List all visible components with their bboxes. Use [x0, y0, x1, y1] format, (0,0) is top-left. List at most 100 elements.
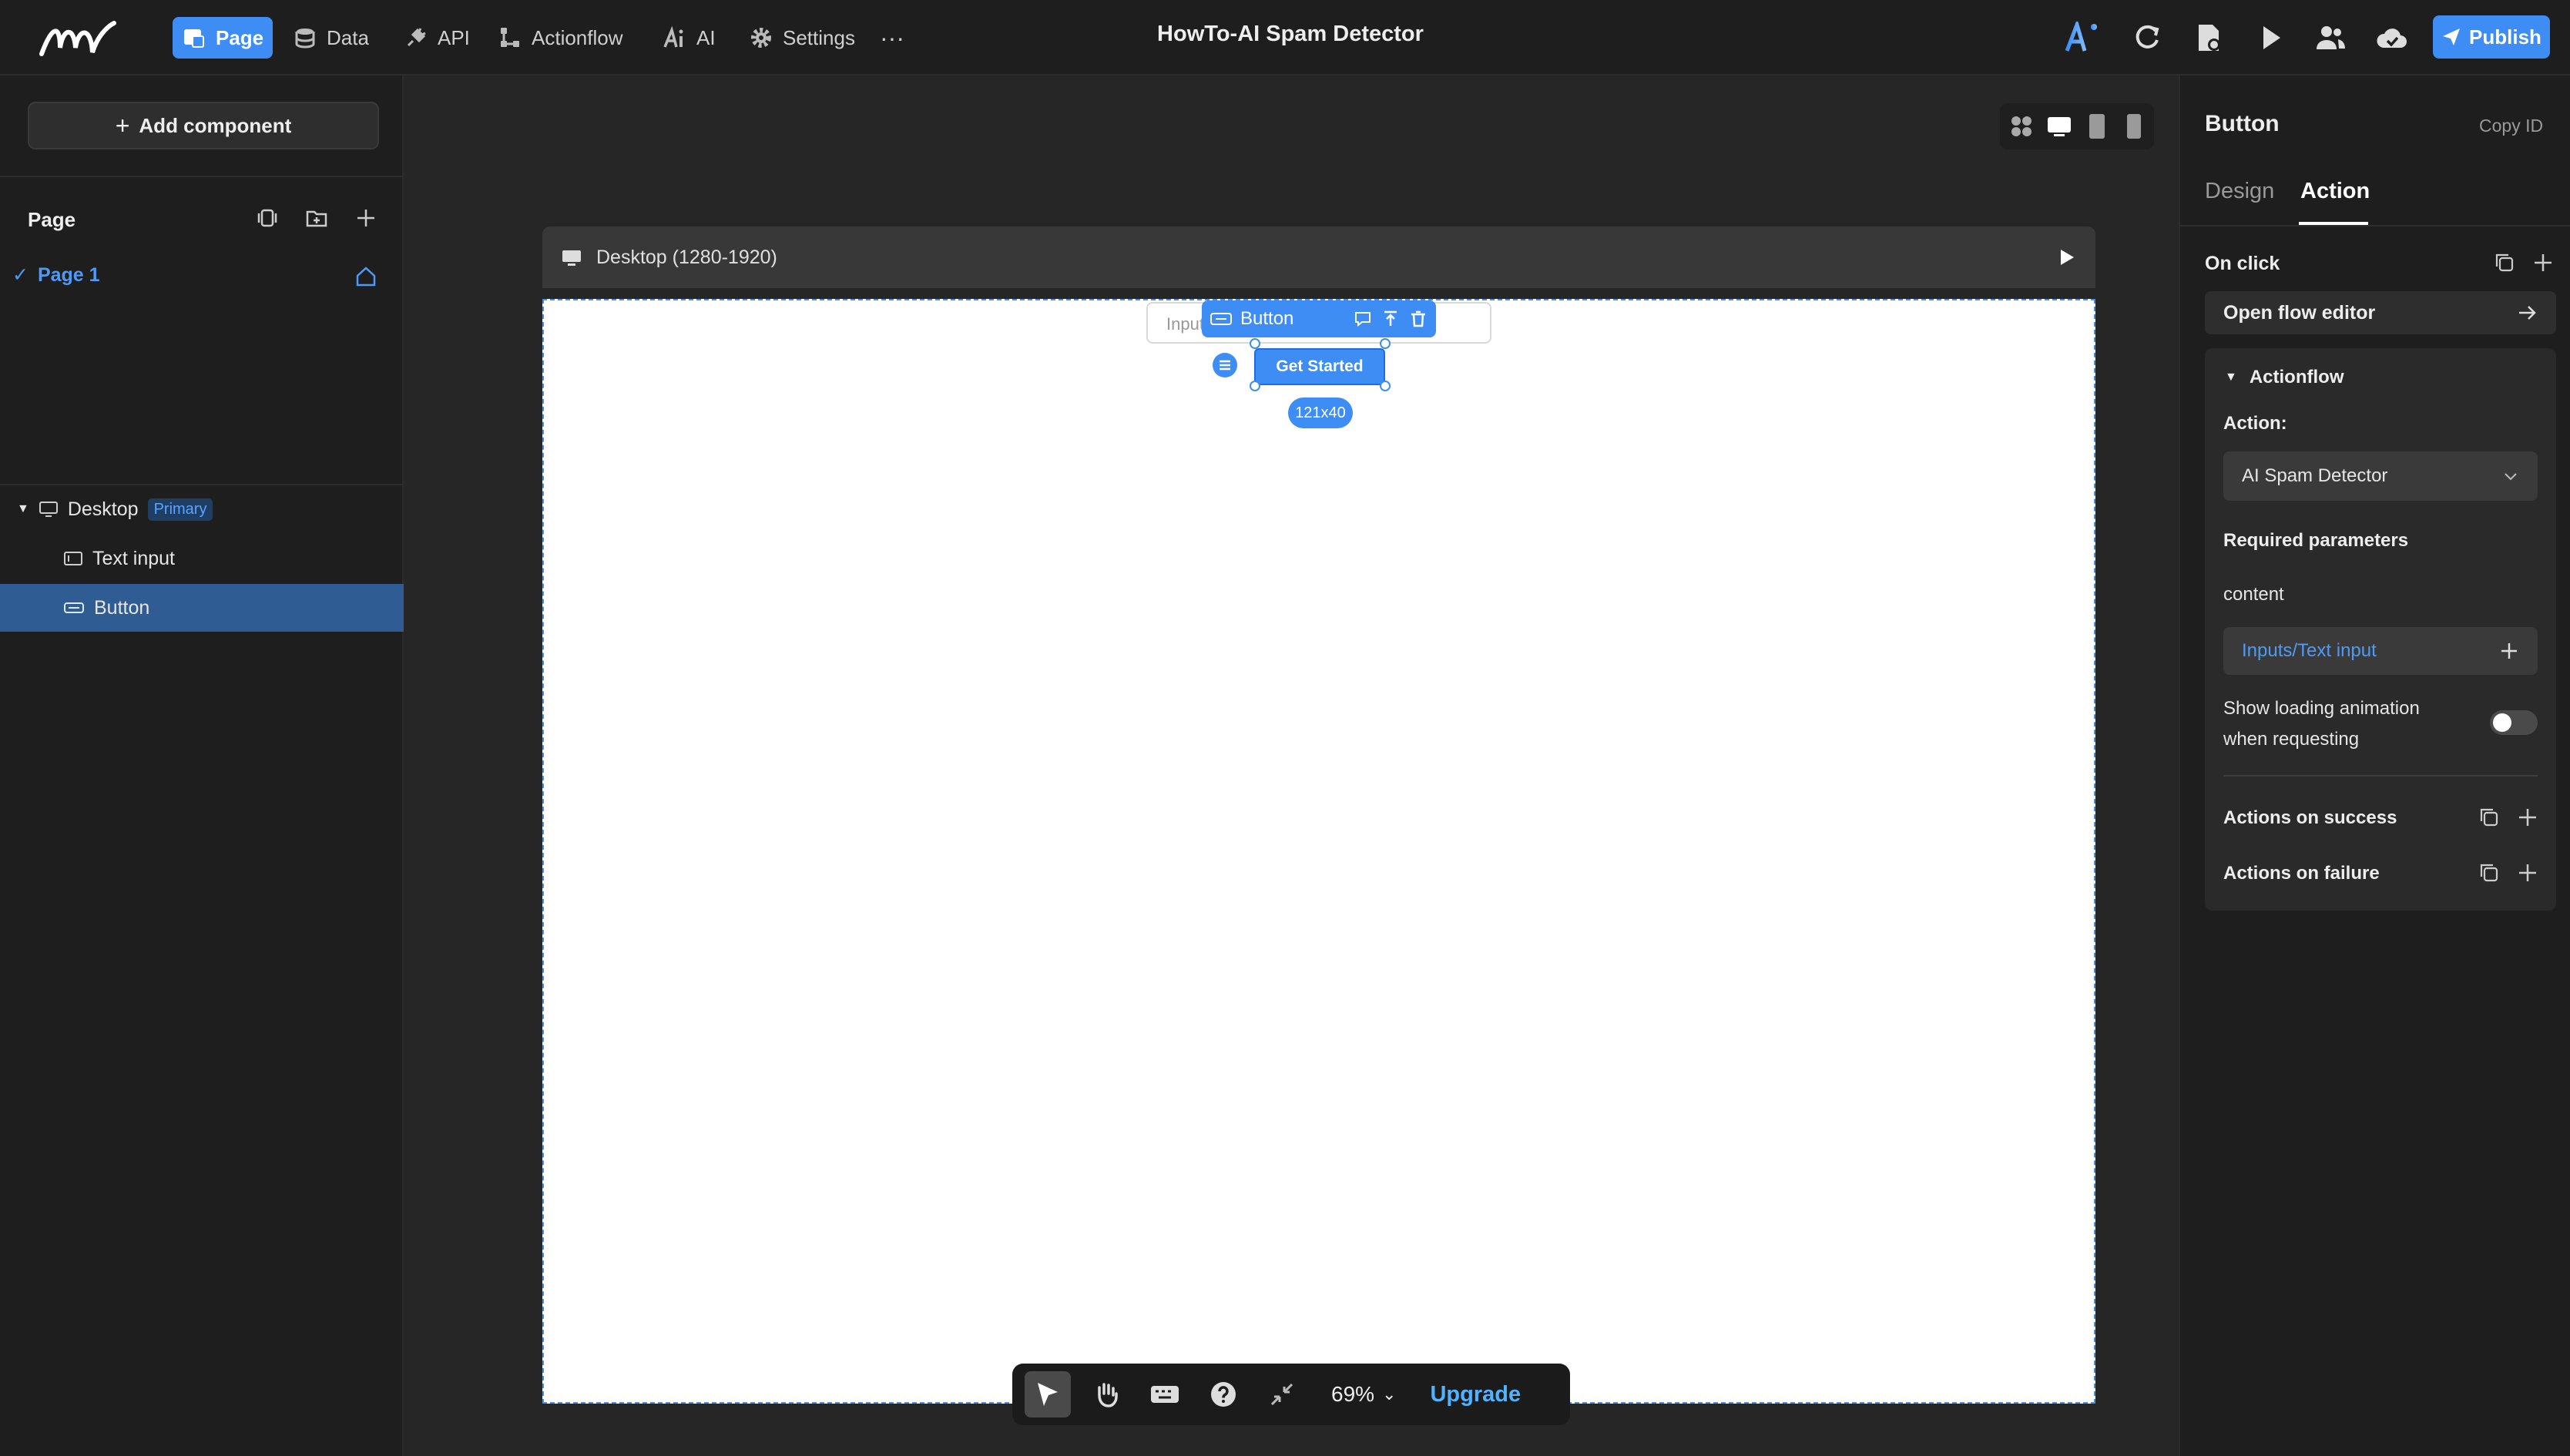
tab-design[interactable]: Design	[2205, 179, 2274, 204]
grid-icon[interactable]	[2009, 114, 2034, 139]
select-parent-icon[interactable]	[1381, 309, 1401, 329]
open-flow-editor-label: Open flow editor	[2223, 301, 2376, 324]
tree-text-input-label: Text input	[92, 547, 176, 569]
resize-handle[interactable]	[1380, 338, 1391, 349]
nav-ai[interactable]: AI	[653, 17, 725, 59]
device-frame-header: Desktop (1280-1920)	[542, 226, 2095, 288]
nav-actionflow-label: Actionflow	[532, 25, 623, 49]
add-action-icon[interactable]	[2516, 861, 2539, 884]
comment-icon[interactable]	[1353, 309, 1373, 329]
divider	[2180, 225, 2570, 226]
resize-handle[interactable]	[1250, 338, 1260, 349]
refresh-icon[interactable]	[2131, 22, 2163, 54]
text-input-placeholder: Input	[1166, 314, 1204, 334]
select-tool[interactable]	[1025, 1371, 1071, 1417]
component-title: Button	[2205, 111, 2280, 136]
hand-tool[interactable]	[1083, 1371, 1129, 1417]
nav-ai-label: AI	[696, 25, 716, 49]
actionflow-header[interactable]: ▼ Actionflow	[2225, 367, 2344, 388]
publish-button[interactable]: Publish	[2433, 15, 2550, 59]
get-started-button[interactable]: Get Started	[1254, 348, 1385, 385]
keyboard-icon	[1151, 1386, 1179, 1403]
app-logo[interactable]	[37, 17, 117, 60]
action-label: Action:	[2223, 413, 2287, 434]
tablet-device-icon[interactable]	[2086, 112, 2108, 140]
help-tool[interactable]	[1200, 1371, 1246, 1417]
upgrade-link[interactable]: Upgrade	[1430, 1382, 1521, 1407]
monitor-icon	[562, 250, 581, 266]
preview-play-icon[interactable]	[2254, 22, 2286, 54]
nav-page[interactable]: Page	[173, 17, 273, 59]
nav-actionflow[interactable]: Actionflow	[488, 17, 632, 59]
preview-play-icon[interactable]	[2055, 247, 2077, 268]
plus-icon: +	[115, 111, 130, 139]
param-name: content	[2223, 584, 2284, 605]
trash-icon[interactable]	[1408, 309, 1428, 329]
add-component-button[interactable]: + Add component	[28, 102, 379, 149]
tab-action[interactable]: Action	[2300, 179, 2370, 204]
more-menu-button[interactable]: ···	[871, 17, 914, 59]
device-switcher	[2000, 103, 2154, 149]
cloud-sync-icon[interactable]	[2376, 22, 2408, 54]
collaborators-icon[interactable]	[2314, 22, 2347, 54]
keyboard-tool[interactable]	[1142, 1371, 1188, 1417]
add-action-icon[interactable]	[2531, 251, 2555, 274]
nav-settings[interactable]: Settings	[740, 17, 864, 59]
ai-icon	[663, 25, 683, 48]
copy-actions-icon[interactable]	[2493, 251, 2516, 274]
ai-assistant-icon[interactable]	[2065, 22, 2105, 54]
copy-actions-icon[interactable]	[2478, 861, 2501, 884]
plus-icon[interactable]	[2499, 641, 2519, 661]
copy-id-button[interactable]: Copy ID	[2479, 116, 2543, 136]
primary-badge: Primary	[147, 498, 213, 521]
copy-actions-icon[interactable]	[2478, 806, 2501, 829]
page-layers-icon[interactable]	[256, 206, 279, 230]
add-action-icon[interactable]	[2516, 806, 2539, 829]
button-icon	[1210, 313, 1232, 325]
actionflow-title: Actionflow	[2249, 367, 2344, 387]
project-title: HowTo-AI Spam Detector	[1157, 22, 1424, 46]
divider	[2223, 775, 2538, 777]
flow-icon	[501, 28, 519, 47]
more-icon: ···	[880, 23, 904, 52]
tree-item-desktop[interactable]: ▼ Desktop Primary	[0, 485, 404, 533]
param-value: Inputs/Text input	[2242, 640, 2377, 661]
home-icon[interactable]	[354, 265, 377, 288]
add-page-icon[interactable]	[354, 206, 377, 230]
nav-data[interactable]: Data	[284, 17, 378, 59]
send-icon	[2443, 29, 2461, 45]
size-indicator: 121x40	[1288, 398, 1353, 428]
open-flow-editor-button[interactable]: Open flow editor	[2205, 291, 2556, 334]
arrow-right-icon	[2519, 306, 2536, 320]
chevron-down-icon: ⌄	[1382, 1384, 1397, 1404]
drag-handle[interactable]	[1213, 353, 1237, 377]
desktop-device-icon[interactable]	[2046, 114, 2072, 139]
action-select-value: AI Spam Detector	[2242, 465, 2388, 486]
loading-label-line-1: Show loading animation	[2223, 698, 2420, 719]
nav-api[interactable]: API	[394, 17, 479, 59]
add-folder-icon[interactable]	[305, 206, 328, 230]
resize-handle[interactable]	[1250, 381, 1260, 391]
tree-desktop-label: Desktop	[67, 498, 139, 520]
page-settings-icon[interactable]	[2193, 22, 2225, 54]
gear-icon	[751, 28, 771, 48]
actionflow-card: ▼ Actionflow Action: AI Spam Detector Re…	[2205, 348, 2556, 911]
page-list-item[interactable]: ✓ Page 1	[12, 263, 100, 287]
zoom-dropdown[interactable]: 69% ⌄	[1331, 1382, 1396, 1407]
resize-handle[interactable]	[1380, 381, 1391, 391]
tree-item-text-input[interactable]: Text input	[0, 535, 404, 582]
help-icon	[1211, 1382, 1236, 1407]
page-canvas[interactable]	[542, 299, 2095, 1404]
param-value-field[interactable]: Inputs/Text input	[2223, 627, 2538, 675]
properties-panel: Button Copy ID Design Action On click Op…	[2179, 75, 2570, 1456]
action-select[interactable]: AI Spam Detector	[2223, 451, 2538, 501]
drag-lines-icon	[1220, 360, 1230, 371]
selection-toolbar: Button	[1202, 300, 1436, 337]
collapse-tool[interactable]	[1259, 1371, 1305, 1417]
mobile-device-icon[interactable]	[2123, 112, 2145, 140]
actions-on-success-label: Actions on success	[2223, 807, 2397, 828]
required-params-label: Required parameters	[2223, 530, 2409, 551]
collapse-icon	[1270, 1383, 1293, 1406]
tree-item-button[interactable]: Button	[0, 584, 404, 632]
nav-data-label: Data	[327, 25, 369, 49]
